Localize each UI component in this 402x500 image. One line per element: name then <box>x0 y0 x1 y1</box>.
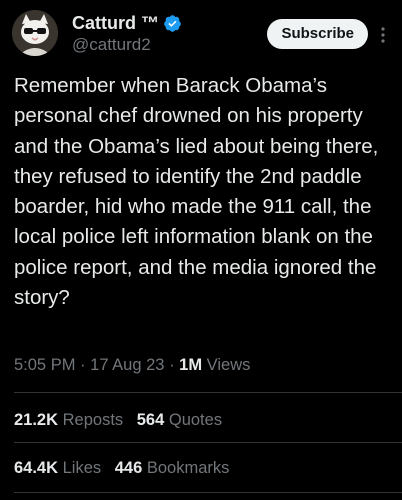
meta-separator: · <box>80 356 86 374</box>
verified-badge-icon <box>163 14 182 33</box>
likes-label: Likes <box>62 459 102 477</box>
reposts-label: Reposts <box>62 411 124 429</box>
tweet-header: Catturd ™ @catturd2 Subscribe <box>12 10 390 66</box>
cat-avatar-image <box>12 10 58 56</box>
avatar[interactable] <box>12 10 58 56</box>
display-name-row: Catturd ™ <box>72 12 182 34</box>
bookmarks-count: 446 <box>114 459 143 477</box>
quotes-link[interactable]: 564 Quotes <box>137 411 222 430</box>
views-count: 1M <box>179 356 203 374</box>
more-vertical-icon[interactable] <box>376 24 390 46</box>
author-names: Catturd ™ @catturd2 <box>72 12 182 55</box>
repost-quote-stats: 21.2K Reposts 564 Quotes <box>14 411 231 430</box>
tweet-meta: 5:05 PM · 17 Aug 23 · 1M Views <box>14 356 250 375</box>
subscribe-button[interactable]: Subscribe <box>267 19 368 49</box>
divider <box>14 442 402 443</box>
views-label: Views <box>206 356 251 374</box>
meta-separator: · <box>169 356 175 374</box>
divider <box>14 392 402 393</box>
tweet: Catturd ™ @catturd2 Subscribe Remember w… <box>0 0 402 500</box>
likes-link[interactable]: 64.4K Likes <box>14 459 101 478</box>
display-name[interactable]: Catturd ™ <box>72 13 159 34</box>
divider <box>14 492 402 493</box>
tweet-date[interactable]: 17 Aug 23 <box>90 356 164 374</box>
quotes-count: 564 <box>136 411 165 429</box>
likes-count: 64.4K <box>14 459 59 477</box>
reposts-link[interactable]: 21.2K Reposts <box>14 411 123 430</box>
tweet-text: Remember when Barack Obama’s personal ch… <box>14 74 379 310</box>
like-bookmark-stats: 64.4K Likes 446 Bookmarks <box>14 459 238 478</box>
handle[interactable]: @catturd2 <box>72 35 182 55</box>
quotes-label: Quotes <box>168 411 223 429</box>
bookmarks-label: Bookmarks <box>146 459 230 477</box>
reposts-count: 21.2K <box>14 411 59 429</box>
bookmarks-link[interactable]: 446 Bookmarks <box>115 459 230 478</box>
tweet-time[interactable]: 5:05 PM <box>14 356 75 374</box>
